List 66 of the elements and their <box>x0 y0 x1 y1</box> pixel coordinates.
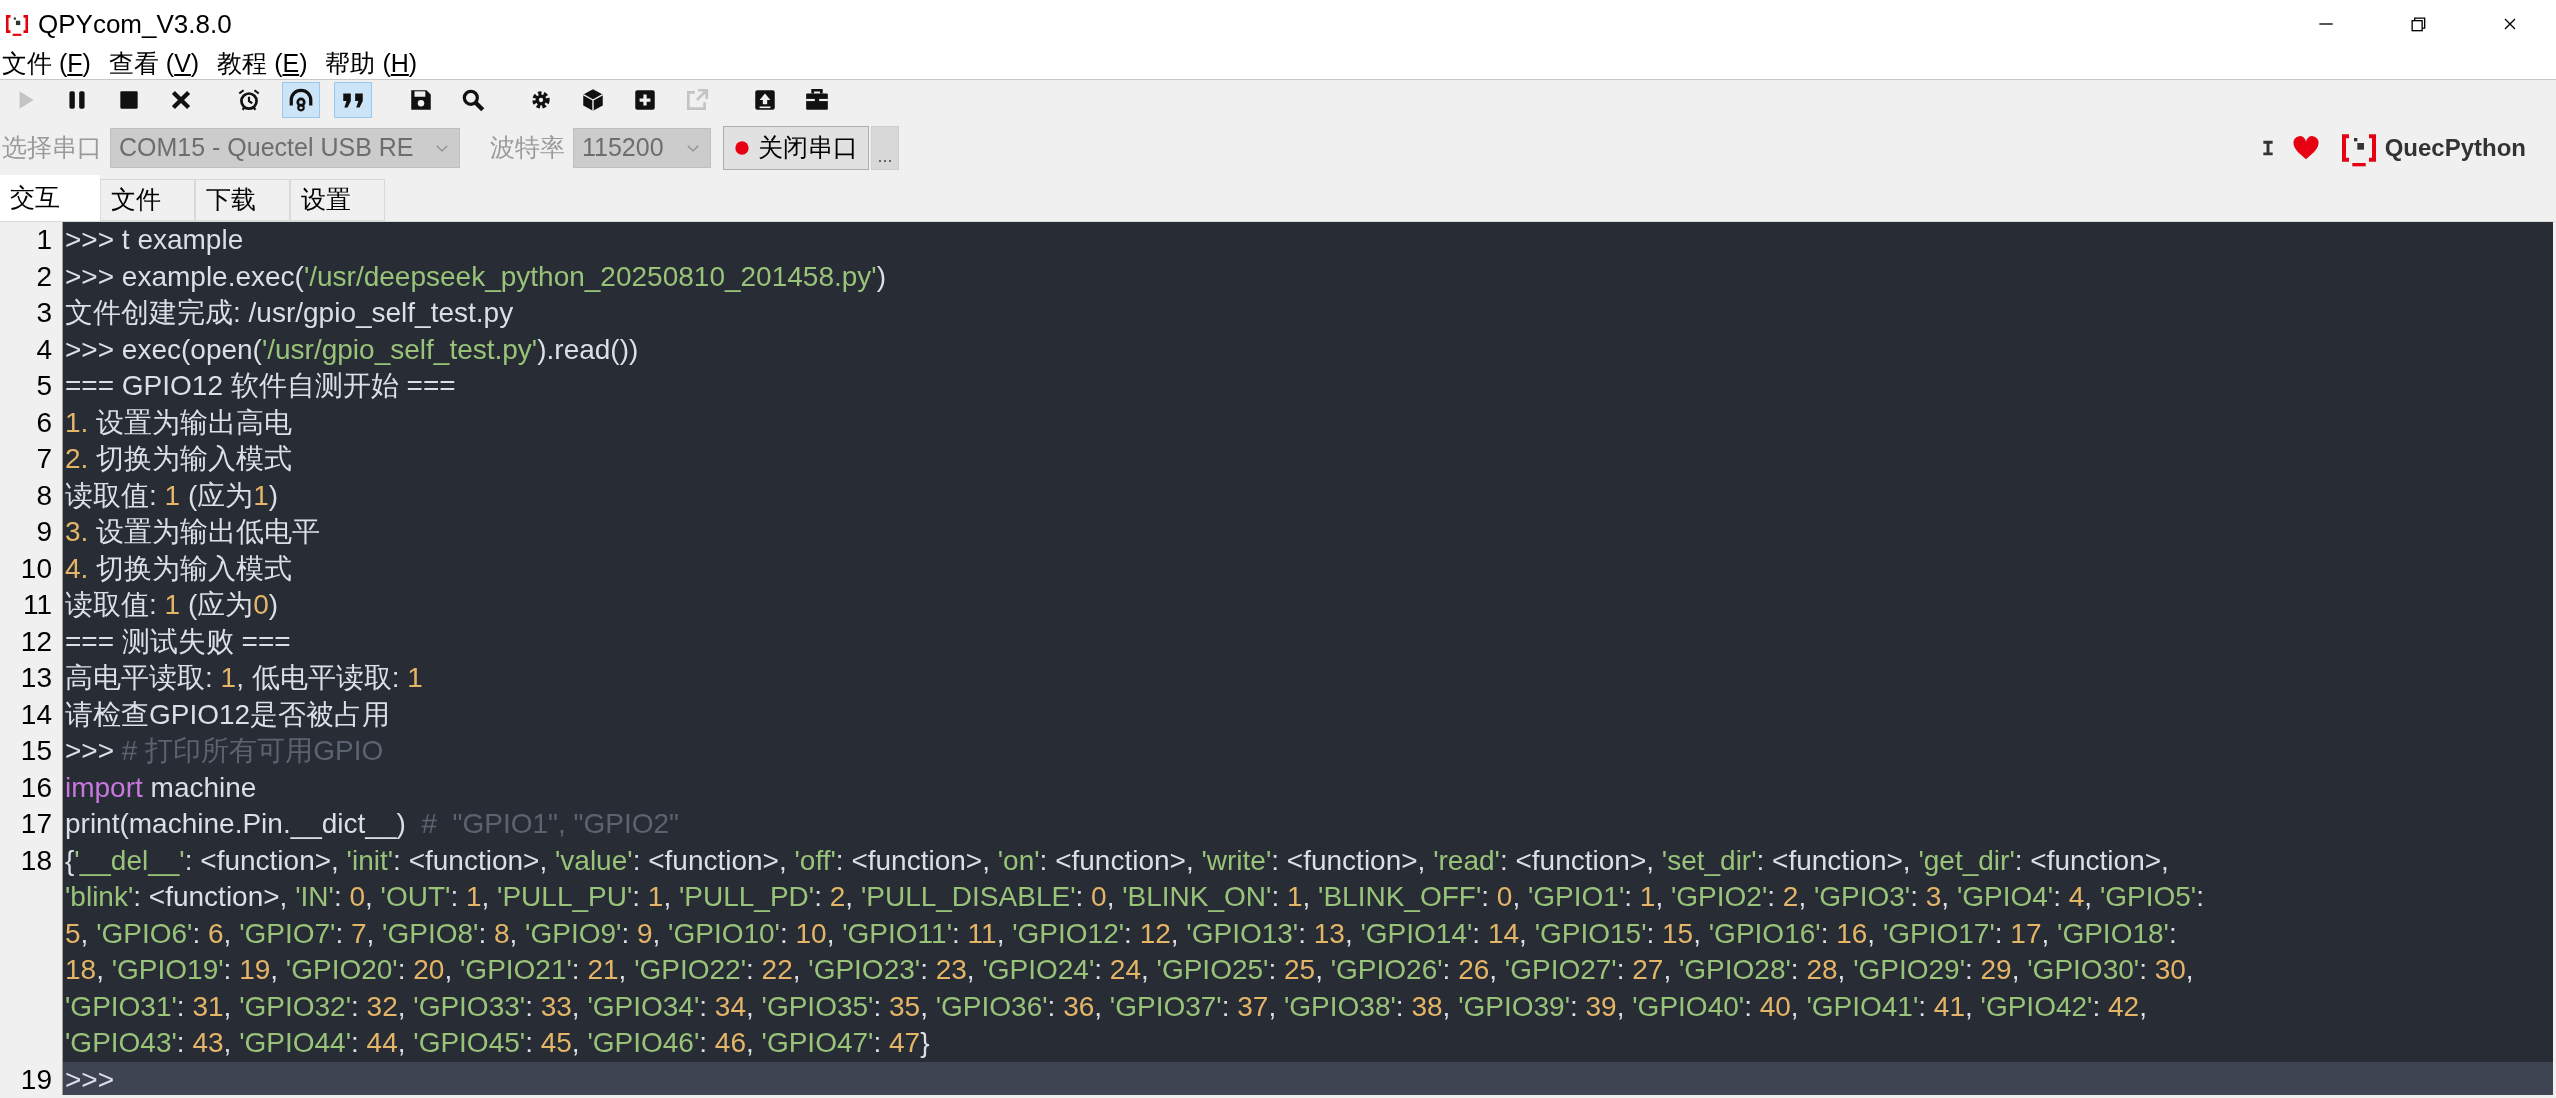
line-number: 18 <box>3 842 63 1062</box>
code-line: 4. 切换为输入模式 <box>64 551 294 586</box>
tab[interactable]: 设置 <box>290 179 385 221</box>
code-line: 1. 设置为输出高电 <box>64 405 294 440</box>
menu-item[interactable]: 教程 (E) <box>215 44 310 83</box>
line-number: 1 <box>3 222 63 259</box>
status-dot-icon <box>734 140 750 156</box>
tab[interactable]: 文件 <box>100 179 195 221</box>
code-line: 18, 'GPIO19': 19, 'GPIO20': 20, 'GPIO21': 21, 'GPIO22': 22, 'GPIO23': 23, 'GPIO24': 24, 'GPIO25': 25, 'GPIO26': 26, 'GPIO27': 27, 'GPIO28': 28, 'GPIO29': 29, 'GPIO30': 30, <box>64 953 2195 987</box>
code-line: {'__del__': <function>, 'init': <function>, 'value': <function>, 'off': <function>, 'on': <function>, 'write': <function>, 'read': <function>, 'set_dir': <function>, 'get_dir': <function>, <box>64 843 2170 878</box>
menu-item[interactable]: 查看 (V) <box>106 44 202 83</box>
code-line: 文件创建完成: /usr/gpio_self_test.py <box>64 296 515 330</box>
line-number: 4 <box>3 331 63 368</box>
alarm-clock-icon <box>236 87 262 113</box>
line-number: 10 <box>3 550 63 587</box>
code-line: 'GPIO43': 43, 'GPIO44': 44, 'GPIO45': 45, 'GPIO46': 46, 'GPIO47': 47} <box>64 1026 931 1060</box>
window-title: QPYcom_V3.8.0 <box>38 7 232 41</box>
code-line: === 测试失败 === <box>64 624 292 659</box>
code-line: === GPIO12 软件自测开始 === <box>64 369 457 403</box>
tab[interactable]: 下载 <box>195 179 290 221</box>
code-line: 5, 'GPIO6': 6, 'GPIO7': 7, 'GPIO8': 8, 'GPIO9': 9, 'GPIO10': 10, 'GPIO11': 11, 'GPIO12': 12, 'GPIO13': 13, 'GPIO14': 14, 'GPIO15': 15, 'GPIO16': 16, 'GPIO17': 17, 'GPIO18': <box>64 916 2178 951</box>
tab[interactable]: 交互 <box>0 175 100 221</box>
code-line: 'GPIO31': 31, 'GPIO32': 32, 'GPIO33': 33, 'GPIO34': 34, 'GPIO35': 35, 'GPIO36': 36, 'GPIO37': 37, 'GPIO38': 38, 'GPIO39': 39, 'GPIO40': 40, 'GPIO41': 41, 'GPIO42': 42, <box>64 989 2148 1024</box>
line-number: 2 <box>3 258 63 295</box>
line-number: 3 <box>3 295 63 332</box>
plus-icon <box>632 87 658 113</box>
code-line: >>> t example <box>64 223 245 257</box>
line-number: 15 <box>3 733 63 770</box>
line-number: 9 <box>3 514 63 551</box>
code-line: print(machine.Pin.__dict__) # "GPIO1", "GPIO2" <box>64 807 681 841</box>
quote-button[interactable] <box>334 82 372 118</box>
search-icon <box>460 87 486 113</box>
code-line: 3. 设置为输出低电平 <box>64 515 322 549</box>
line-number: 8 <box>3 477 63 514</box>
code-line: 高电平读取: 1, 低电平读取: 1 <box>64 661 424 695</box>
code-line: 读取值: 1 (应为1) <box>64 478 280 513</box>
toolbox-icon <box>804 87 830 113</box>
line-number: 5 <box>3 368 63 405</box>
code-line: >>> # 打印所有可用GPIO <box>64 734 385 768</box>
upload-icon <box>752 87 778 113</box>
code-line: 2. 切换为输入模式 <box>64 442 294 476</box>
menu-item[interactable]: 文件 (F) <box>0 44 93 83</box>
menu-item[interactable]: 帮助 (H) <box>323 44 420 83</box>
line-number: 7 <box>3 441 63 478</box>
line-number: 19 <box>3 1061 63 1095</box>
baud-label: 波特率 <box>490 132 565 164</box>
code-line: 读取值: 1 (应为0) <box>64 588 280 622</box>
code-line: >>> exec(open('/usr/gpio_self_test.py').read()) <box>64 332 640 367</box>
line-number: 6 <box>3 404 63 441</box>
line-number: 12 <box>3 623 63 660</box>
brand-name: QuecPython <box>2384 133 2526 163</box>
code-line: >>> example.exec('/usr/deepseek_python_20250810_201458.py') <box>64 259 887 294</box>
line-number: 17 <box>3 806 63 843</box>
external-link-icon <box>684 87 710 113</box>
save-icon <box>408 87 434 113</box>
headset-button[interactable] <box>282 82 320 118</box>
code-line: import machine <box>64 770 258 805</box>
line-number: 13 <box>3 660 63 697</box>
code-line: 请检查GPIO12是否被占用 <box>64 697 392 732</box>
code-line: 'blink': <function>, 'IN': 0, 'OUT': 1, 'PULL_PU': 1, 'PULL_PD': 2, 'PULL_DISABLE': 0, 'BLINK_ON': 1, 'BLINK_OFF': 0, 'GPIO1': 1, 'GPIO2': 2, 'GPIO3': 3, 'GPIO4': 4, 'GPIO5': <box>64 880 2205 914</box>
line-number: 11 <box>3 587 63 624</box>
cube-icon <box>580 87 606 113</box>
port-label: 选择串口 <box>2 132 102 164</box>
line-number: 16 <box>3 769 63 806</box>
headset-icon <box>288 87 314 113</box>
line-number: 14 <box>3 696 63 733</box>
